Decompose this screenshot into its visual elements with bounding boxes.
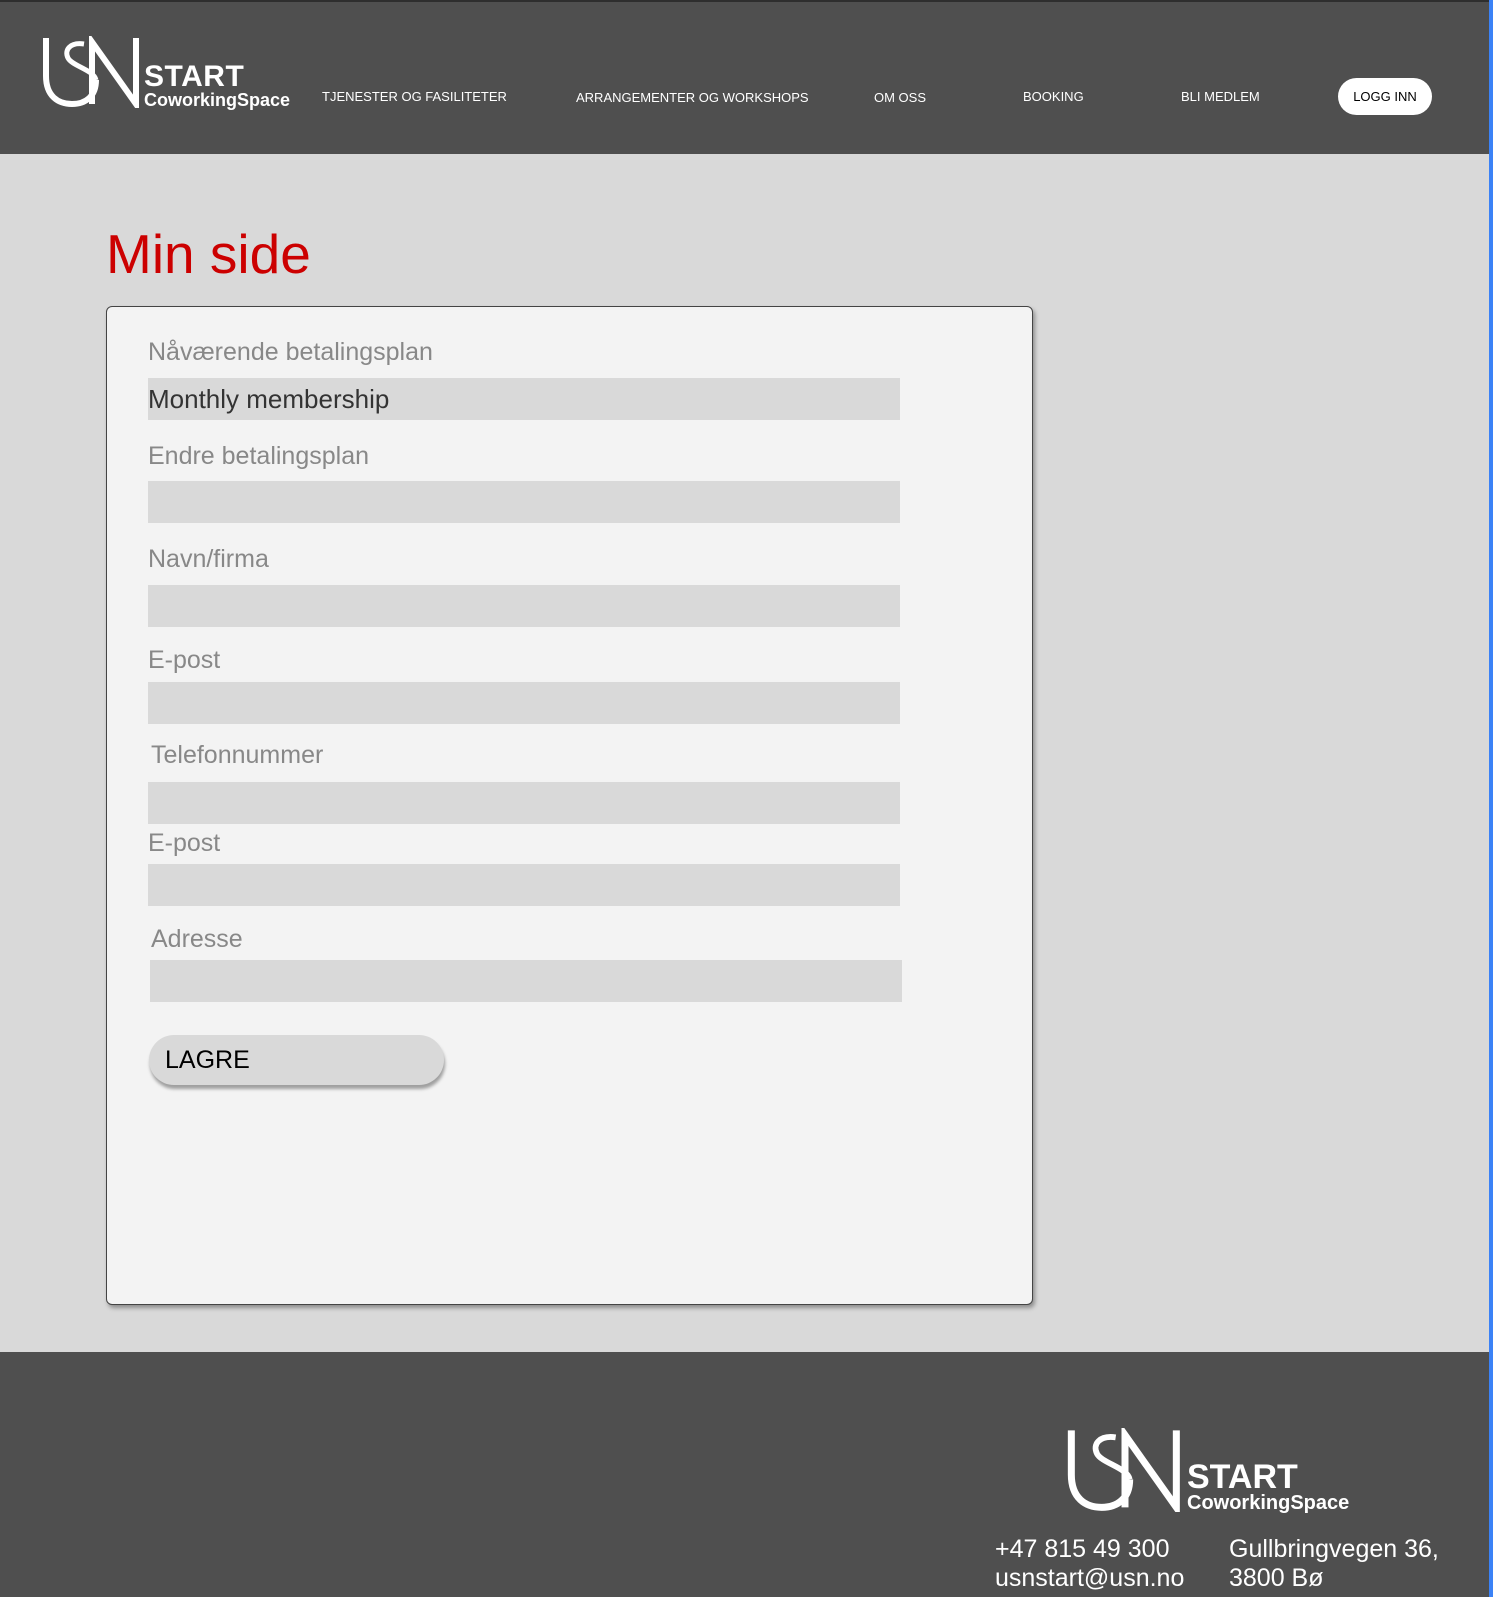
login-button[interactable]: LOGG INN xyxy=(1338,78,1432,115)
nav-membership[interactable]: BLI MEDLEM xyxy=(1181,89,1260,105)
footer-logo-start-text: START xyxy=(1187,1458,1298,1496)
current-plan-field[interactable] xyxy=(148,378,900,420)
name-company-label: Navn/firma xyxy=(148,545,269,573)
site-footer: START CoworkingSpace +47 815 49 300 usns… xyxy=(0,1352,1489,1597)
window-edge-strip xyxy=(1489,0,1493,1597)
logo-coworking-text: CoworkingSpace xyxy=(144,90,291,110)
nav-events[interactable]: ARRANGEMENTER OG WORKSHOPS xyxy=(576,90,809,106)
page-title: Min side xyxy=(106,223,311,285)
footer-phone: +47 815 49 300 xyxy=(995,1535,1170,1563)
header-logo[interactable]: START CoworkingSpace xyxy=(40,36,300,116)
usn-logo-icon xyxy=(43,36,139,108)
nav-services[interactable]: TJENESTER OG FASILITETER xyxy=(322,89,507,105)
nav-booking[interactable]: BOOKING xyxy=(1023,89,1084,105)
save-button[interactable]: LAGRE xyxy=(149,1035,444,1085)
footer-address-line1: Gullbringvegen 36, xyxy=(1229,1535,1439,1563)
change-plan-label: Endre betalingsplan xyxy=(148,442,369,470)
email-field[interactable] xyxy=(148,682,900,724)
current-plan-label: Nåværende betalingsplan xyxy=(148,338,433,366)
address-field[interactable] xyxy=(150,960,902,1002)
footer-logo-coworking-text: CoworkingSpace xyxy=(1187,1492,1350,1514)
email-secondary-field[interactable] xyxy=(148,864,900,906)
phone-label: Telefonnummer xyxy=(151,741,324,769)
address-label: Adresse xyxy=(151,925,243,953)
email-label: E-post xyxy=(148,646,221,674)
site-header: START CoworkingSpace TJENESTER OG FASILI… xyxy=(0,0,1489,154)
logo-start-text: START xyxy=(144,60,245,93)
nav-about[interactable]: OM OSS xyxy=(874,90,926,106)
usn-logo-icon xyxy=(1067,1424,1180,1519)
profile-form-card: Nåværende betalingsplan Endre betalingsp… xyxy=(106,306,1033,1305)
phone-field[interactable] xyxy=(148,782,900,824)
footer-address-line2: 3800 Bø xyxy=(1229,1564,1324,1592)
email-secondary-label: E-post xyxy=(148,829,221,857)
name-company-field[interactable] xyxy=(148,585,900,627)
change-plan-field[interactable] xyxy=(148,481,900,523)
footer-email: usnstart@usn.no xyxy=(995,1564,1185,1592)
footer-logo[interactable]: START CoworkingSpace xyxy=(1063,1424,1363,1519)
